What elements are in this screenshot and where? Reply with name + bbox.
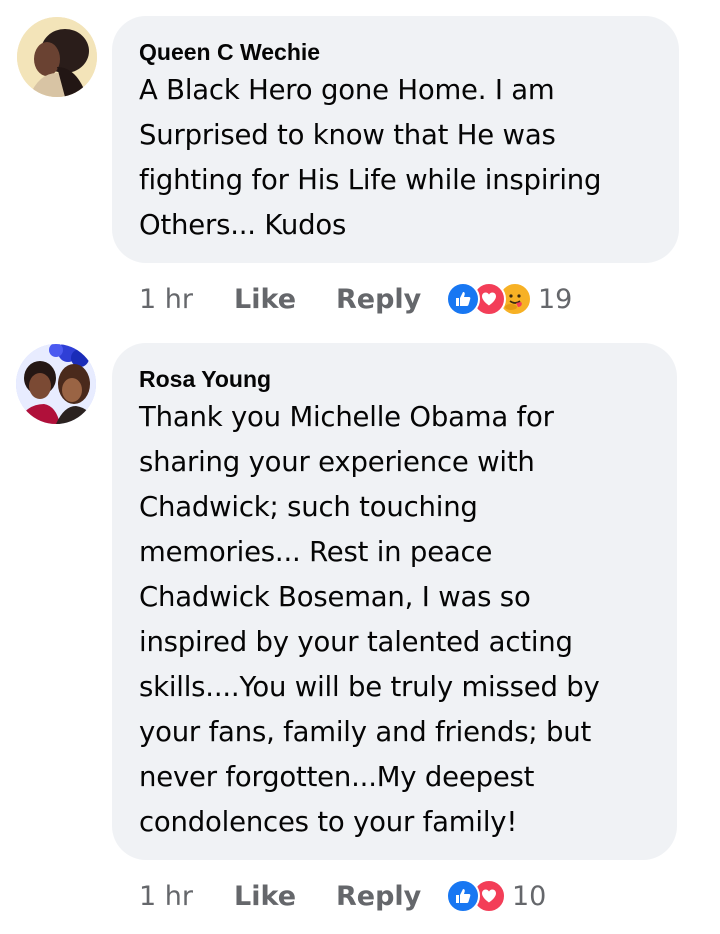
comment-text-line: never forgotten...My deepest: [139, 761, 535, 793]
comment-timestamp[interactable]: 1 hr: [139, 284, 234, 315]
avatar[interactable]: [16, 344, 96, 424]
profile-photo-icon: [17, 17, 97, 97]
reply-button[interactable]: Reply: [336, 284, 446, 315]
comment-author[interactable]: Rosa Young: [139, 365, 677, 393]
comment-bubble: Queen C Wechie A Black Hero gone Home. I…: [112, 16, 679, 263]
comments-thread: Queen C Wechie A Black Hero gone Home. I…: [0, 0, 720, 934]
like-icon: [446, 282, 480, 316]
comment-text-line: inspired by your talented acting: [139, 626, 573, 658]
reply-button[interactable]: Reply: [336, 881, 446, 912]
comment-bubble: Rosa Young Thank you Michelle Obama for …: [112, 343, 677, 860]
comment-text-line: condolences to your family!: [139, 806, 518, 838]
comment-text-line: Surprised to know that He was: [139, 119, 556, 151]
reaction-summary[interactable]: 19: [446, 282, 572, 316]
comment-actions: 1 hr Like Reply 10: [139, 876, 558, 916]
reaction-count: 19: [538, 283, 573, 315]
comment-text-line: Chadwick; such touching: [139, 491, 478, 523]
comment-author[interactable]: Queen C Wechie: [139, 38, 679, 66]
like-button[interactable]: Like: [234, 881, 336, 912]
reaction-summary[interactable]: 10: [446, 879, 546, 913]
like-button[interactable]: Like: [234, 284, 336, 315]
comment-timestamp[interactable]: 1 hr: [139, 881, 234, 912]
like-icon: [446, 879, 480, 913]
comment-actions: 1 hr Like Reply 19: [139, 279, 584, 319]
comment-text-line: memories... Rest in peace: [139, 536, 493, 568]
comment-text: Thank you Michelle Obama for sharing you…: [139, 395, 677, 845]
reaction-count: 10: [512, 880, 547, 912]
comment-text-line: fighting for His Life while inspiring: [139, 164, 602, 196]
comment-text-line: sharing your experience with: [139, 446, 535, 478]
comment-text-line: A Black Hero gone Home. I am: [139, 74, 555, 106]
comment-text: A Black Hero gone Home. I am Surprised t…: [139, 68, 679, 248]
comment-text-line: Chadwick Boseman, I was so: [139, 581, 531, 613]
profile-photo-icon: [16, 344, 96, 424]
comment-text-line: skills....You will be truly missed by: [139, 671, 600, 703]
comment-text-line: your fans, family and friends; but: [139, 716, 592, 748]
comment-text-line: Others... Kudos: [139, 209, 347, 241]
avatar[interactable]: [17, 17, 97, 97]
comment-text-line: Thank you Michelle Obama for: [139, 401, 554, 433]
